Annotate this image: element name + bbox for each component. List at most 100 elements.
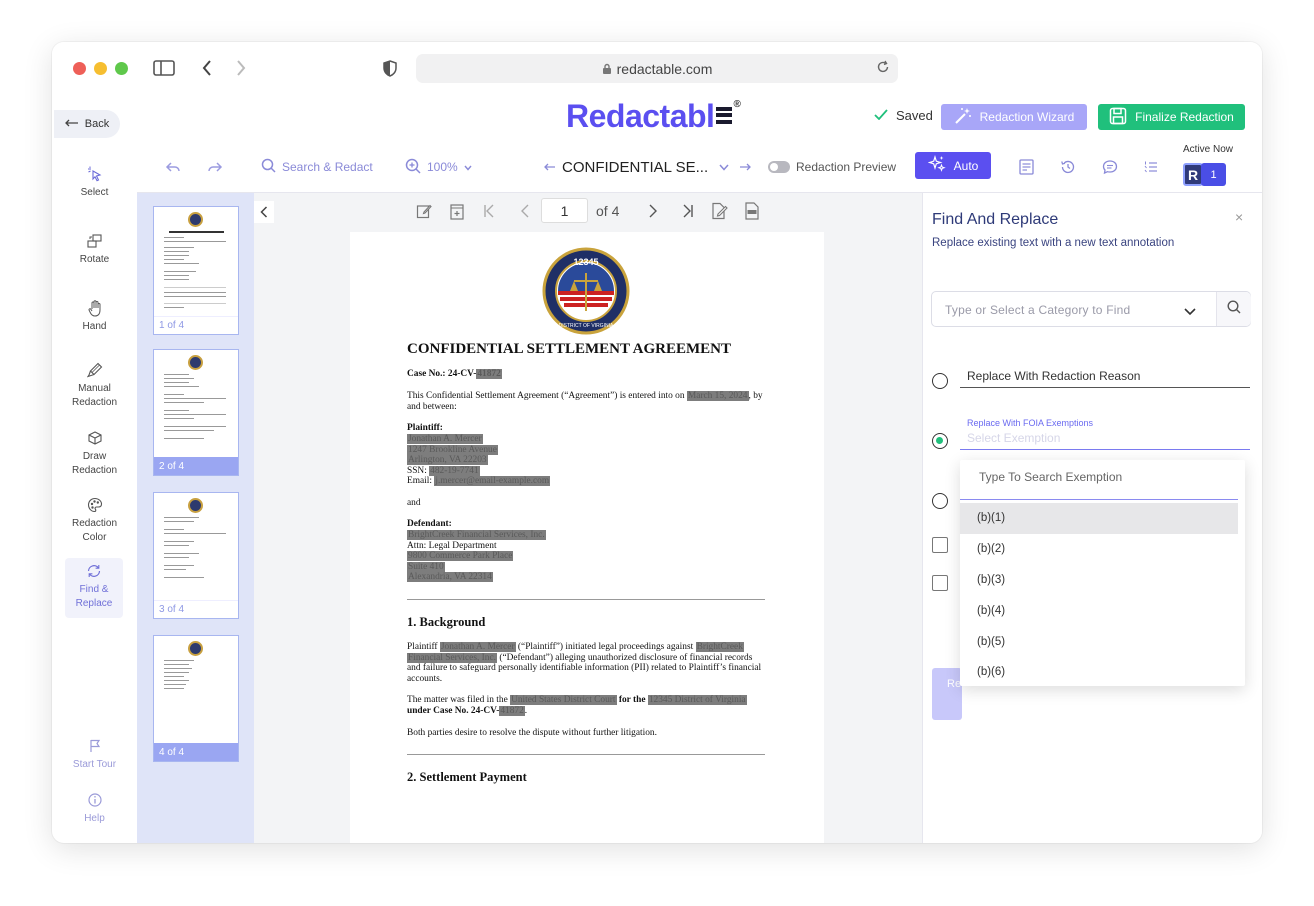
document-viewer: 1 of 4 12345 DISTRICT OF VIRGINIA CONFID…	[254, 193, 922, 843]
thumbnail-page-1[interactable]: 1 of 4	[153, 206, 239, 335]
redacted-text[interactable]: 1247 Brookline Avenue	[407, 444, 498, 455]
tool-find-replace[interactable]: Find & Replace	[65, 558, 123, 618]
thumbnail-page-2[interactable]: 2 of 4	[153, 349, 239, 476]
next-document-icon[interactable]	[739, 156, 751, 178]
category-select[interactable]: Type or Select a Category to Find	[931, 291, 1251, 327]
previous-page-icon[interactable]	[515, 202, 535, 220]
category-search-button[interactable]	[1216, 292, 1251, 326]
redacted-text[interactable]: 12345 District of Virginia	[647, 695, 747, 705]
tool-hand[interactable]: Hand	[52, 298, 137, 334]
close-window-button[interactable]	[73, 62, 86, 75]
document-menu-chevron-icon[interactable]	[719, 156, 729, 178]
comments-icon[interactable]	[1102, 156, 1118, 178]
finalize-redaction-button[interactable]: Finalize Redaction	[1098, 104, 1245, 130]
radio-option-3[interactable]	[932, 493, 948, 509]
numbered-list-icon[interactable]	[1144, 156, 1158, 178]
redacted-text[interactable]: Jonathan A. Mercer	[407, 434, 483, 444]
thumbnail-label-3: 3 of 4	[154, 600, 238, 618]
thumbnail-page-4[interactable]: 4 of 4	[153, 635, 239, 762]
redacted-text[interactable]: March 15, 2024	[686, 391, 749, 401]
exemption-option[interactable]: (b)(1)	[960, 503, 1238, 534]
chevron-down-icon[interactable]	[1184, 303, 1196, 321]
exemption-option[interactable]: (b)(4)	[960, 596, 1238, 627]
redacted-text[interactable]: 41872	[499, 705, 525, 716]
help-button[interactable]: Help	[52, 790, 137, 826]
redacted-text[interactable]: j.mercer@email-example.com	[434, 476, 551, 487]
radio-replace-reason[interactable]	[932, 373, 948, 389]
document-layout-icon[interactable]	[1019, 156, 1034, 178]
back-button[interactable]: Back	[54, 110, 120, 138]
page-thumbnails-panel: 1 of 4 2 of 4 3 of 4 4 of 4	[137, 193, 254, 843]
redacted-text[interactable]: Arlington, VA 22203	[407, 455, 488, 466]
seal-number: 12345	[573, 257, 598, 267]
tool-select[interactable]: Select	[52, 164, 137, 200]
address-bar[interactable]: redactable.com	[416, 54, 898, 83]
zoom-dropdown[interactable]: 100%	[405, 156, 472, 178]
insert-page-icon[interactable]	[447, 202, 467, 220]
exemption-select-placeholder[interactable]: Select Exemption	[967, 431, 1060, 445]
document-edit-icon[interactable]	[709, 202, 729, 220]
redaction-wizard-button[interactable]: Redaction Wizard	[941, 104, 1087, 130]
redacted-text[interactable]: BrightCreek	[695, 642, 744, 652]
redacted-text[interactable]: Financial Services, Inc.	[407, 652, 497, 663]
active-users-count[interactable]: 1	[1201, 163, 1226, 186]
maximize-window-button[interactable]	[115, 62, 128, 75]
search-and-redact-button[interactable]: Search & Redact	[261, 156, 373, 178]
auto-redact-button[interactable]: Auto	[915, 152, 991, 179]
tool-find-replace-label: Find & Replace	[75, 584, 113, 609]
exemption-search-input[interactable]: Type To Search Exemption	[960, 460, 1238, 500]
checkbox-option-1[interactable]	[932, 537, 948, 553]
panel-title: Find And Replace	[932, 211, 1059, 228]
last-page-icon[interactable]	[677, 202, 697, 220]
undo-icon[interactable]	[165, 156, 181, 178]
first-page-icon[interactable]	[480, 202, 500, 220]
export-document-icon[interactable]	[742, 202, 762, 220]
redacted-text[interactable]: Suite 410	[407, 561, 445, 572]
redacted-text[interactable]: 9800 Commerce Park Place	[407, 551, 514, 562]
minimize-window-button[interactable]	[94, 62, 107, 75]
exemption-option[interactable]: (b)(2)	[960, 534, 1238, 565]
redacted-text[interactable]: Jonathan A. Mercer	[439, 642, 516, 652]
tool-manual-redaction[interactable]: Manual Redaction	[52, 360, 137, 410]
redacted-text[interactable]: BrightCreek Financial Services, Inc.	[407, 530, 546, 540]
url-text: redactable.com	[616, 60, 713, 77]
tool-draw-redaction[interactable]: Draw Redaction	[52, 428, 137, 478]
browser-forward-icon[interactable]	[234, 56, 248, 80]
close-icon[interactable]: ×	[1235, 209, 1243, 225]
previous-document-icon[interactable]	[544, 156, 556, 178]
thumbnail-seal-icon	[188, 212, 203, 227]
replace-button[interactable]: Re	[932, 668, 962, 720]
exemption-option[interactable]: (b)(6)	[960, 657, 1238, 688]
redactable-logo: Redactabl ®	[566, 98, 741, 135]
redacted-text[interactable]: 482-19-7741	[429, 465, 480, 476]
thumbnail-page-3[interactable]: 3 of 4	[153, 492, 239, 619]
document-title[interactable]: CONFIDENTIAL SE...	[562, 156, 708, 178]
history-icon[interactable]	[1060, 156, 1076, 178]
radio-foia-exemptions[interactable]	[932, 433, 948, 449]
seal-text: DISTRICT OF VIRGINIA	[559, 323, 614, 329]
redacted-text[interactable]: United States District Court	[510, 695, 617, 705]
tool-redaction-color[interactable]: Redaction Color	[52, 495, 137, 545]
exemption-option[interactable]: (b)(5)	[960, 627, 1238, 658]
redacted-text[interactable]: 41872	[476, 369, 502, 379]
redacted-text[interactable]: Alexandria, VA 22314	[407, 572, 493, 583]
user-avatar[interactable]: R	[1183, 163, 1203, 186]
tool-rotate[interactable]: Rotate	[52, 231, 137, 267]
document-page[interactable]: 12345 DISTRICT OF VIRGINIA CONFIDENTIAL …	[350, 232, 824, 843]
redo-icon[interactable]	[207, 156, 223, 178]
exemption-option[interactable]: (b)(3)	[960, 565, 1238, 596]
edit-page-icon[interactable]	[414, 202, 434, 220]
preview-toggle-switch[interactable]	[768, 161, 790, 173]
sidebar-toggle-icon[interactable]	[152, 56, 176, 80]
replace-reason-label[interactable]: Replace With Redaction Reason	[967, 369, 1140, 383]
browser-back-icon[interactable]	[200, 56, 214, 80]
redaction-preview-toggle[interactable]: Redaction Preview	[768, 156, 896, 178]
start-tour-button[interactable]: Start Tour	[52, 736, 137, 772]
checkbox-option-2[interactable]	[932, 575, 948, 591]
page-number-input[interactable]: 1	[541, 198, 588, 223]
collapse-thumbnails-button[interactable]	[254, 201, 274, 223]
reload-icon[interactable]	[876, 60, 890, 77]
shield-icon[interactable]	[381, 56, 399, 80]
tool-draw-redaction-label: Draw Redaction	[71, 451, 118, 476]
next-page-icon[interactable]	[643, 202, 663, 220]
